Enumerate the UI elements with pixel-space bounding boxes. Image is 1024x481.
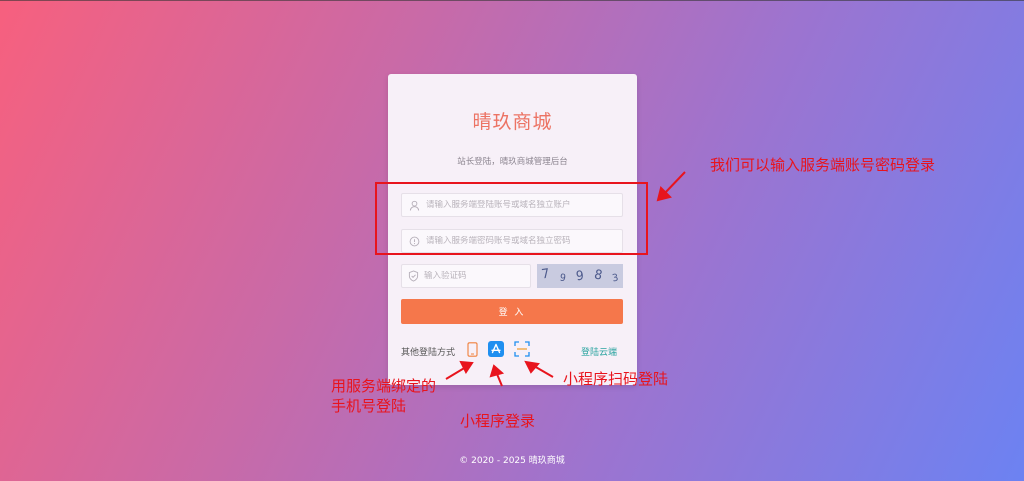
annotation-arrows	[445, 171, 686, 387]
arrow-account	[656, 171, 686, 202]
arrow-phone	[445, 360, 474, 380]
arrow-miniapp	[489, 364, 505, 387]
arrow-scan	[524, 360, 554, 378]
